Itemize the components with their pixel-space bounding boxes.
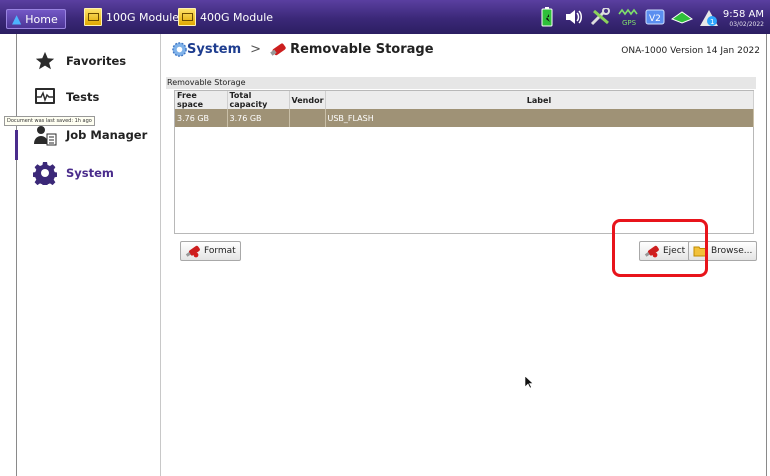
breadcrumb-separator: > [250, 42, 262, 57]
breadcrumb: System > Removable Storage [172, 42, 434, 57]
sidebar-item-system[interactable]: System [0, 158, 160, 188]
column-header[interactable]: Label [325, 91, 754, 109]
eject-highlight-annotation [612, 219, 708, 277]
sidebar-item-label: Tests [66, 90, 100, 104]
panel-title: Removable Storage [166, 77, 756, 89]
bert-module-icon [178, 8, 196, 26]
sidebar-item-tests[interactable]: Tests [0, 82, 160, 112]
clock-date: 03/02/2022 [729, 21, 764, 28]
column-header[interactable]: Total capacity [227, 91, 290, 109]
upload-badge: 1 [710, 18, 714, 26]
browse-label: Browse... [711, 246, 753, 256]
upload-icon[interactable]: 1 [696, 5, 722, 29]
home-icon: ▲ [12, 12, 22, 26]
usb-drive-icon [270, 43, 286, 56]
top-bar: ▲ Home 100G Module 400G Module GPS V2 1 [0, 0, 770, 34]
breadcrumb-root[interactable]: System [187, 42, 241, 57]
tests-icon [33, 85, 57, 109]
mouse-cursor-icon [524, 375, 534, 389]
total-capacity-cell: 3.76 GB [227, 109, 290, 127]
tab-label: 100G Module [106, 10, 180, 24]
column-header[interactable]: Free space [175, 91, 228, 109]
sidebar: Favorites Tests Job Manager System [0, 34, 160, 476]
table-row[interactable]: 3.76 GB 3.76 GB USB_FLASH [175, 109, 754, 127]
version-text: ONA-1000 Version 14 Jan 2022 [621, 46, 760, 56]
status-area: GPS V2 1 9:58 AM 03/02/2022 [534, 4, 768, 30]
tools-icon[interactable] [588, 5, 614, 29]
frame-right-border [766, 34, 767, 476]
sidebar-item-label: System [66, 166, 114, 180]
tab-100g-module[interactable]: 100G Module [84, 0, 179, 34]
network-icon[interactable] [669, 5, 695, 29]
battery-charging-icon[interactable] [534, 5, 560, 29]
page-title: Removable Storage [290, 42, 434, 57]
sidebar-item-label: Job Manager [66, 128, 148, 142]
panel-title-text: Removable Storage [167, 78, 246, 87]
star-icon [33, 49, 57, 73]
bert-module-icon [84, 8, 102, 26]
gear-icon [33, 161, 57, 185]
saved-tooltip: Document was last saved: 1h ago [4, 116, 95, 126]
sidebar-divider [160, 34, 161, 476]
label-cell: USB_FLASH [325, 109, 754, 127]
table-header-row: Free space Total capacity Vendor Label [175, 91, 754, 109]
home-label: Home [25, 12, 58, 26]
free-space-cell: 3.76 GB [175, 109, 228, 127]
v2-label: V2 [649, 14, 661, 24]
usb-drive-icon [185, 245, 200, 257]
home-button[interactable]: ▲ Home [6, 9, 66, 29]
system-gear-icon [172, 42, 187, 57]
sidebar-item-label: Favorites [66, 54, 127, 68]
format-label: Format [204, 246, 236, 256]
vendor-cell [289, 109, 326, 127]
storage-table: Free space Total capacity Vendor Label 3… [174, 90, 754, 234]
column-header[interactable]: Vendor [289, 91, 326, 109]
gps-icon[interactable]: GPS [615, 5, 641, 29]
speaker-icon[interactable] [561, 5, 587, 29]
format-button[interactable]: Format [180, 241, 241, 261]
sidebar-item-favorites[interactable]: Favorites [0, 46, 160, 76]
gps-label: GPS [622, 19, 637, 27]
job-manager-icon [33, 123, 57, 147]
clock-time: 9:58 AM [722, 9, 764, 20]
v2-icon[interactable]: V2 [642, 5, 668, 29]
active-indicator [15, 130, 18, 160]
tab-label: 400G Module [200, 10, 274, 24]
clock: 9:58 AM 03/02/2022 [723, 10, 764, 30]
tab-400g-module[interactable]: 400G Module [178, 0, 273, 34]
